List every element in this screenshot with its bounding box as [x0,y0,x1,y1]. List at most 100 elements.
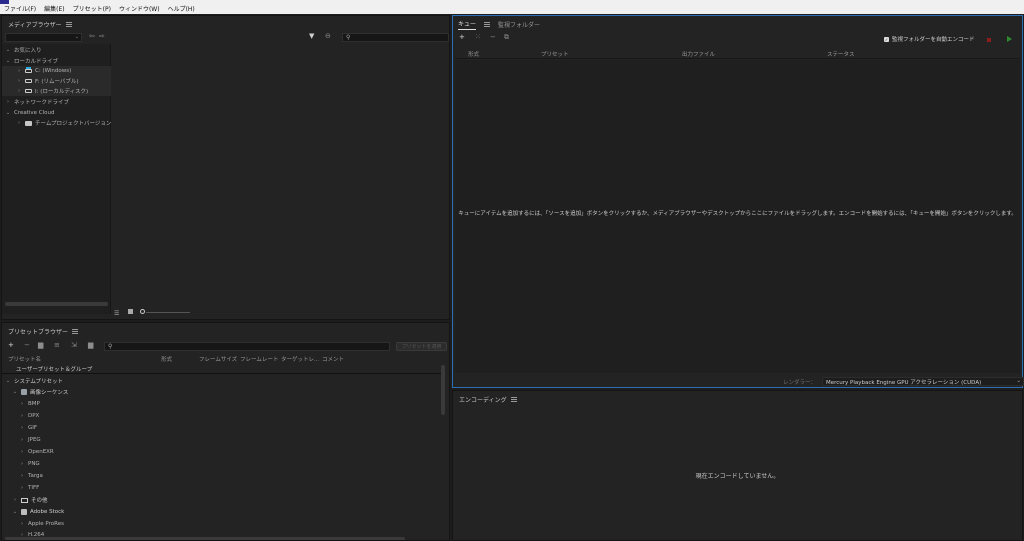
menu-help[interactable]: ヘルプ(H) [168,4,195,13]
preset-row-adobe-stock[interactable]: ⌄ Adobe Stock [2,507,64,517]
search-icon: ⚲ [108,343,113,350]
zoom-slider-handle[interactable] [140,309,145,314]
removable-drive-icon [25,79,32,83]
tree-item-network-drives[interactable]: › ネットワークドライブ [2,97,69,107]
preset-row-openexr[interactable]: › OpenEXR [2,447,54,457]
stop-queue-button[interactable] [987,38,991,42]
chevron-right-icon: › [21,461,23,467]
export-preset-icon[interactable]: ▆ [88,341,93,349]
chevron-down-icon: ⌄ [5,110,11,116]
preset-row-jpeg[interactable]: › JPEG [2,435,41,445]
tree-item-drive-i[interactable]: › I: (ローカルディスク) [2,86,111,96]
chevron-right-icon: › [18,88,20,94]
zoom-slider-track[interactable] [146,312,190,313]
local-disk-icon [25,89,32,93]
preset-row-png[interactable]: › PNG [2,459,40,469]
column-status[interactable]: ステータス [827,50,855,58]
remove-item-icon[interactable]: − [490,33,496,41]
queue-list[interactable]: キューにアイテムを追加するには、「ソースを追加」ボタンをクリックするか、メディア… [455,60,1020,373]
preset-vertical-scrollbar[interactable] [441,365,445,415]
tree-item-team-projects[interactable]: › チームプロジェクトバージョン [2,118,111,128]
column-preset[interactable]: プリセット [541,50,569,58]
preset-row-gif[interactable]: › GIF [2,423,37,433]
tree-item-favorites[interactable]: ⌄ お気に入り [2,45,42,55]
thumbnail-view-icon[interactable] [128,309,133,314]
chevron-down-icon: ⌄ [1016,378,1022,384]
preset-row-targa[interactable]: › Targa [2,471,43,481]
chevron-right-icon: › [21,485,23,491]
stock-icon [21,509,27,515]
column-comment[interactable]: コメント [322,355,344,363]
encoding-status: 現在エンコードしていません。 [695,473,780,480]
renderer-dropdown[interactable]: Mercury Playback Engine GPU アクセラレーション (C… [822,377,1024,386]
chevron-right-icon: › [21,437,23,443]
preset-horizontal-scrollbar[interactable] [5,537,405,540]
preset-row-tiff[interactable]: › TIFF [2,483,39,493]
chevron-right-icon: › [18,120,20,126]
media-browser-panel: メディアブラウザー ⌄ ⇦ ⇨ ▼ ⊖ ⚲ ⌄ お気に入り ⌄ ローカルドライブ… [1,15,450,320]
new-group-icon[interactable]: ▆ [38,341,43,349]
column-preset-name[interactable]: プリセット名 [8,355,41,363]
apply-preset-button[interactable]: プリセットを適用 [396,342,447,351]
preset-search-input[interactable]: ⚲ [104,342,390,351]
duplicate-icon[interactable]: ⧉ [504,33,509,42]
panel-menu-icon[interactable] [65,22,72,27]
panel-menu-icon[interactable] [72,329,79,334]
column-output-file[interactable]: 出力ファイル [682,50,715,58]
import-preset-icon[interactable]: ⇲ [71,341,77,349]
filter-icon[interactable]: ▼ [309,32,314,40]
menu-file[interactable]: ファイル(F) [4,4,36,13]
chevron-right-icon: › [21,473,23,479]
preset-row-bmp[interactable]: › BMP [2,399,40,409]
preset-row-other[interactable]: › その他 [2,495,48,505]
tab-watch-folders[interactable]: 監視フォルダー [498,20,540,29]
renderer-label: レンダラー： [783,379,817,386]
add-source-icon[interactable]: + [459,33,465,41]
start-queue-button[interactable] [1007,36,1012,42]
column-format[interactable]: 形式 [468,50,479,58]
column-target-rate[interactable]: ターゲットレ... [281,355,319,363]
chevron-right-icon: › [21,521,23,527]
settings-icon[interactable]: ≡ [54,341,60,349]
auto-encode-checkbox[interactable]: ✓ [884,36,889,42]
tree-item-creative-cloud[interactable]: ⌄ Creative Cloud [2,108,55,118]
preset-row-user-presets[interactable]: ユーザープリセット＆グループ [2,364,442,374]
preset-column-header: プリセット名 形式 フレームサイズ フレームレート ターゲットレ... コメント [2,353,442,363]
preset-row-apple-prores[interactable]: › Apple ProRes [2,519,64,529]
tab-queue[interactable]: キュー [458,19,477,30]
view-options-icon[interactable]: ⊖ [325,32,331,40]
menu-edit[interactable]: 編集(E) [44,4,64,13]
windows-drive-icon [25,67,32,73]
auto-encode-label: 監視フォルダーを自動エンコード [892,37,975,43]
chevron-down-icon: ⌄ [12,389,18,395]
menu-preset[interactable]: プリセット(P) [73,4,111,13]
tree-item-drive-f[interactable]: › F: (リムーバブル) [2,76,111,86]
chevron-right-icon: › [21,413,23,419]
monitor-icon [21,497,28,503]
menu-window[interactable]: ウィンドウ(W) [119,4,160,13]
preset-settings-icon[interactable]: ⁙ [475,33,481,41]
column-frame-size[interactable]: フレームサイズ [199,355,237,363]
location-dropdown[interactable]: ⌄ [5,33,82,42]
preset-row-image-sequence[interactable]: ⌄ 画像シーケンス [2,387,442,397]
panel-menu-icon[interactable] [510,397,517,402]
media-search-input[interactable]: ⚲ [342,33,449,42]
tree-item-local-drives[interactable]: ⌄ ローカルドライブ [2,56,58,66]
column-format[interactable]: 形式 [161,355,172,363]
list-view-icon[interactable]: ☰ [114,310,119,317]
column-frame-rate[interactable]: フレームレート [240,355,278,363]
tree-item-drive-c[interactable]: › C: (Windows) [2,66,111,76]
preset-row-dpx[interactable]: › DPX [2,411,39,421]
preset-row-system-presets[interactable]: ⌄ システムプリセット [2,376,442,386]
chevron-right-icon: › [7,99,9,105]
chevron-down-icon: ⌄ [5,58,11,64]
media-browser-title: メディアブラウザー [8,22,62,29]
forward-arrow-icon[interactable]: ⇨ [99,32,105,40]
panel-menu-icon[interactable] [484,22,491,27]
tree-horizontal-scrollbar[interactable] [5,302,108,306]
add-preset-icon[interactable]: + [8,341,14,349]
chevron-right-icon: › [14,497,16,503]
preset-browser-panel: プリセットブラウザー + − ▆ ≡ ⇲ ▆ ⚲ プリセットを適用 プリセット名… [1,322,450,541]
back-arrow-icon[interactable]: ⇦ [89,32,95,40]
remove-preset-icon[interactable]: − [24,341,30,349]
